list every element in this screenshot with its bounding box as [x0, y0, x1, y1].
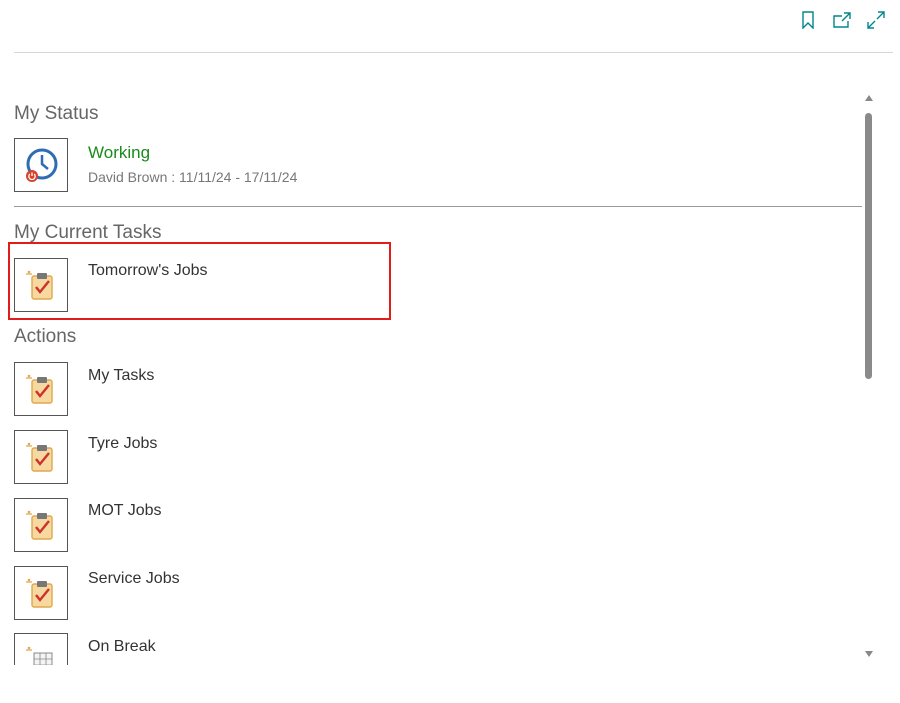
task-clipboard-icon — [26, 510, 53, 540]
task-clipboard-icon — [26, 374, 53, 404]
actions-section-title: Actions — [14, 326, 77, 347]
on-break-tile[interactable] — [14, 633, 68, 665]
top-bar — [0, 0, 900, 53]
bookmark-icon[interactable] — [798, 10, 818, 30]
scroll-up-arrow[interactable] — [865, 95, 873, 101]
status-tile[interactable] — [14, 138, 68, 192]
expand-icon[interactable] — [866, 10, 886, 30]
service-jobs-tile[interactable] — [14, 566, 68, 620]
section-divider — [14, 206, 862, 207]
service-jobs-label[interactable]: Service Jobs — [88, 570, 180, 588]
my-tasks-label[interactable]: My Tasks — [88, 367, 154, 385]
clock-icon — [26, 148, 58, 182]
tyre-jobs-tile[interactable] — [14, 430, 68, 484]
selection-highlight — [8, 242, 391, 320]
status-section-title: My Status — [14, 103, 99, 124]
vertical-scrollbar[interactable] — [862, 95, 875, 660]
scroll-thumb[interactable] — [865, 113, 872, 379]
mot-jobs-label[interactable]: MOT Jobs — [88, 502, 162, 520]
status-detail: David Brown : 11/11/24 - 17/11/24 — [88, 169, 298, 185]
share-icon[interactable] — [832, 10, 852, 30]
task-clipboard-icon — [26, 578, 53, 608]
on-break-label[interactable]: On Break — [88, 638, 156, 656]
break-grid-icon — [26, 646, 53, 665]
status-value[interactable]: Working — [88, 143, 150, 163]
top-toolbar — [798, 10, 886, 30]
top-divider — [14, 52, 893, 53]
tyre-jobs-label[interactable]: Tyre Jobs — [88, 435, 157, 453]
tasks-section-title: My Current Tasks — [14, 222, 162, 243]
my-tasks-tile[interactable] — [14, 362, 68, 416]
mot-jobs-tile[interactable] — [14, 498, 68, 552]
task-clipboard-icon — [26, 442, 53, 472]
scroll-down-arrow[interactable] — [865, 651, 873, 657]
main-content: My Status Working David Brown : 11/11/24… — [14, 95, 862, 665]
